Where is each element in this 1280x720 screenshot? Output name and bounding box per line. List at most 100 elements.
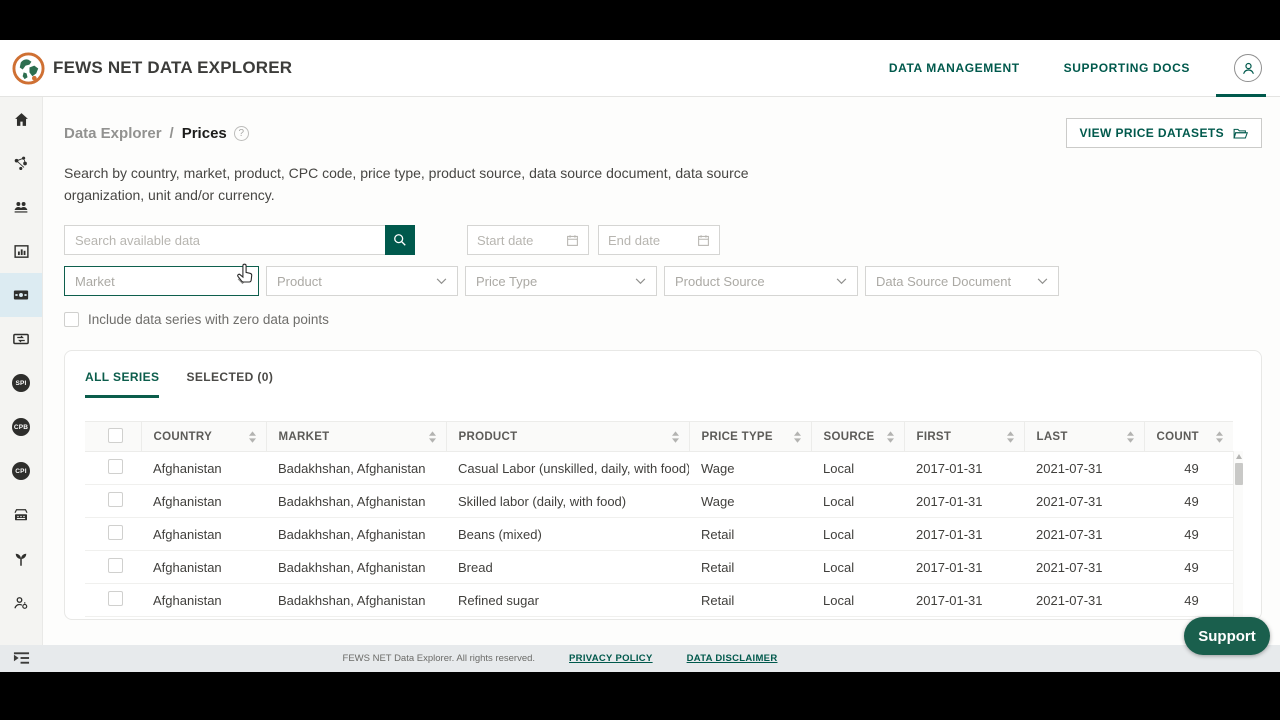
zero-data-row: Include data series with zero data point… <box>64 312 1262 327</box>
cell-last: 2021-07-31 <box>1024 551 1144 584</box>
cell-first: 2017-01-31 <box>904 551 1024 584</box>
sidebar-item-admin[interactable] <box>0 581 42 625</box>
cell-last: 2021-07-31 <box>1024 485 1144 518</box>
search-button[interactable] <box>385 225 415 255</box>
agriculture-sprout-icon <box>12 550 30 568</box>
scrollbar-up-arrow-icon[interactable] <box>1236 454 1242 459</box>
cell-country: Afghanistan <box>141 452 266 485</box>
sort-icon[interactable] <box>887 431 894 443</box>
cell-product: Refined sugar <box>446 584 689 617</box>
row-checkbox[interactable] <box>108 525 123 540</box>
end-date-field[interactable] <box>598 225 720 255</box>
sidebar-item-cpb[interactable]: CPB <box>0 405 42 449</box>
table-scrollbar[interactable] <box>1233 451 1243 620</box>
tab-selected[interactable]: SELECTED (0) <box>186 370 273 398</box>
nav-data-management[interactable]: DATA MANAGEMENT <box>889 61 1020 75</box>
sort-icon[interactable] <box>1007 431 1014 443</box>
cell-count: 49 <box>1144 551 1233 584</box>
cpb-badge-icon: CPB <box>12 418 30 436</box>
end-date-input[interactable] <box>608 233 688 248</box>
select-all-checkbox[interactable] <box>108 428 123 443</box>
cell-count: 49 <box>1144 485 1233 518</box>
calendar-icon <box>697 234 710 247</box>
search-input[interactable] <box>64 225 385 255</box>
user-avatar[interactable] <box>1234 54 1262 82</box>
cell-market: Badakhshan, Afghanistan <box>266 584 446 617</box>
main-content: Data Explorer / Prices ? VIEW PRICE DATA… <box>43 97 1280 645</box>
cell-last: 2021-07-31 <box>1024 452 1144 485</box>
sidebar-item-agriculture[interactable] <box>0 537 42 581</box>
search-description: Search by country, market, product, CPC … <box>64 163 764 206</box>
data-disclaimer-link[interactable]: DATA DISCLAIMER <box>687 653 778 664</box>
table-row: Afghanistan Badakhshan, Afghanistan Bean… <box>85 518 1233 551</box>
view-price-datasets-button[interactable]: VIEW PRICE DATASETS <box>1066 118 1263 148</box>
market-filter-select[interactable]: Market <box>64 266 259 296</box>
support-button[interactable]: Support <box>1184 617 1270 655</box>
row-checkbox[interactable] <box>108 558 123 573</box>
market-filter-label: Market <box>75 274 115 289</box>
sort-icon[interactable] <box>249 431 256 443</box>
cell-price-type: Retail <box>689 551 811 584</box>
market-stall-icon <box>12 506 30 524</box>
chevron-down-icon <box>237 278 248 285</box>
product-source-filter-select[interactable]: Product Source <box>664 266 858 296</box>
sort-icon[interactable] <box>429 431 436 443</box>
calendar-icon <box>566 234 579 247</box>
cell-product: Skilled labor (daily, with food) <box>446 485 689 518</box>
cell-price-type: Retail <box>689 518 811 551</box>
row-checkbox[interactable] <box>108 591 123 606</box>
top-bar: FEWS NET DATA EXPLORER DATA MANAGEMENT S… <box>0 40 1280 97</box>
cell-source: Local <box>811 485 904 518</box>
search-icon <box>393 233 407 247</box>
sidebar-item-spi[interactable]: SPI <box>0 361 42 405</box>
scrollbar-thumb[interactable] <box>1235 463 1243 485</box>
column-header-source: SOURCE <box>824 431 875 443</box>
product-source-filter-label: Product Source <box>675 274 765 289</box>
sidebar-item-prices[interactable] <box>0 273 42 317</box>
zero-data-checkbox[interactable] <box>64 312 79 327</box>
cpi-badge-icon: CPI <box>12 462 30 480</box>
sidebar-item-commodities[interactable] <box>0 141 42 185</box>
sidebar-item-markets[interactable] <box>0 493 42 537</box>
cell-count: 49 <box>1144 518 1233 551</box>
data-source-document-filter-select[interactable]: Data Source Document <box>865 266 1059 296</box>
cell-first: 2017-01-31 <box>904 518 1024 551</box>
row-checkbox[interactable] <box>108 492 123 507</box>
cell-price-type: Retail <box>689 584 811 617</box>
zero-data-checkbox-label: Include data series with zero data point… <box>88 312 329 327</box>
sidebar: SPI CPB CPI <box>0 97 43 645</box>
product-filter-select[interactable]: Product <box>266 266 458 296</box>
sort-icon[interactable] <box>794 431 801 443</box>
cell-country: Afghanistan <box>141 485 266 518</box>
table-header-row: COUNTRY MARKET PRODUCT PRICE TYPE SOURCE… <box>85 422 1233 452</box>
tab-all-series[interactable]: ALL SERIES <box>85 370 159 398</box>
collapse-sidebar-icon[interactable] <box>13 651 30 665</box>
sidebar-item-charts[interactable] <box>0 229 42 273</box>
cell-source: Local <box>811 551 904 584</box>
sort-icon[interactable] <box>1216 431 1223 443</box>
privacy-policy-link[interactable]: PRIVACY POLICY <box>569 653 653 664</box>
column-header-market: MARKET <box>279 431 330 443</box>
data-source-document-filter-label: Data Source Document <box>876 274 1011 289</box>
product-filter-label: Product <box>277 274 322 289</box>
cell-product: Bread <box>446 551 689 584</box>
start-date-input[interactable] <box>477 233 557 248</box>
sidebar-item-home[interactable] <box>0 97 42 141</box>
date-range-group <box>467 225 720 255</box>
sidebar-item-exchange-rates[interactable] <box>0 317 42 361</box>
sidebar-item-population[interactable] <box>0 185 42 229</box>
sort-icon[interactable] <box>1127 431 1134 443</box>
help-icon[interactable]: ? <box>234 126 249 141</box>
sidebar-item-cpi[interactable]: CPI <box>0 449 42 493</box>
breadcrumb-data-explorer[interactable]: Data Explorer <box>64 125 162 142</box>
nav-supporting-docs[interactable]: SUPPORTING DOCS <box>1064 61 1190 75</box>
app-window: FEWS NET DATA EXPLORER DATA MANAGEMENT S… <box>0 40 1280 672</box>
sort-icon[interactable] <box>672 431 679 443</box>
view-price-datasets-label: VIEW PRICE DATASETS <box>1080 126 1225 140</box>
start-date-field[interactable] <box>467 225 589 255</box>
row-checkbox[interactable] <box>108 459 123 474</box>
price-type-filter-select[interactable]: Price Type <box>465 266 657 296</box>
chevron-down-icon <box>635 278 646 285</box>
column-header-first: FIRST <box>917 431 952 443</box>
copyright-text: FEWS NET Data Explorer. All rights reser… <box>343 653 536 664</box>
